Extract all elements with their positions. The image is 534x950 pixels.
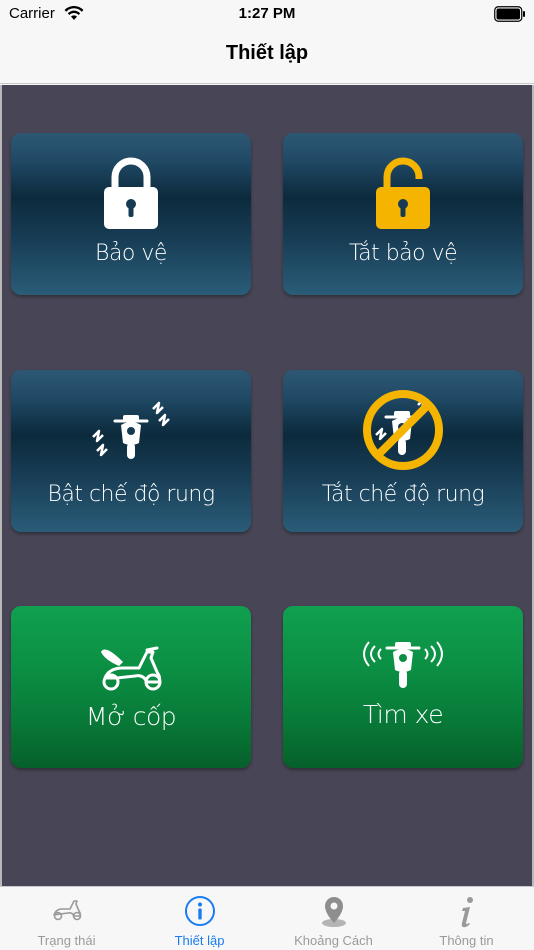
tile-label: Bảo vệ [95, 241, 167, 266]
lock-open-icon [376, 157, 430, 229]
info-circle-icon [184, 896, 215, 926]
tile-label: Mở cốp [85, 702, 177, 731]
tab-label: Thông tin [439, 933, 494, 948]
find-scooter-icon [363, 641, 443, 688]
status-bar: Carrier 1:27 PM [0, 0, 534, 28]
open-seat-scooter-icon [101, 646, 162, 691]
vibrate-on-button[interactable]: Bật chế độ rung [11, 370, 251, 532]
status-time: 1:27 PM [238, 5, 296, 22]
tab-status[interactable]: Trạng thái [0, 887, 133, 950]
navigation-bar: Thiết lập [0, 28, 534, 84]
protect-button[interactable]: Bảo vệ [11, 133, 251, 295]
open-seat-button[interactable]: Mở cốp [11, 606, 251, 768]
control-panel: Bảo vệ Tắt bảo vệ Bật chế độ rung Tắt ch… [0, 85, 534, 886]
tile-label: Tắt bảo vệ [348, 241, 458, 266]
tab-distance[interactable]: Khoảng Cách [267, 887, 400, 950]
tile-label: Tắt chế độ rung [321, 482, 485, 507]
tile-label: Tìm xe [362, 700, 444, 729]
find-vehicle-button[interactable]: Tìm xe [283, 606, 523, 768]
vibrate-off-scooter-icon [363, 390, 443, 470]
tile-label: Bật chế độ rung [47, 482, 215, 507]
lock-closed-icon [104, 157, 158, 229]
tab-settings[interactable]: Thiết lập [133, 887, 266, 950]
vibrate-off-button[interactable]: Tắt chế độ rung [283, 370, 523, 532]
unprotect-button[interactable]: Tắt bảo vệ [283, 133, 523, 295]
page-title: Thiết lập [225, 42, 309, 64]
tab-label: Khoảng Cách [294, 933, 373, 948]
scooter-icon [52, 900, 81, 921]
tab-bar: Trạng thái Thiết lập Khoảng Cách Thông t… [0, 886, 534, 950]
tab-label: Trạng thái [37, 933, 96, 948]
battery-icon [494, 6, 525, 22]
map-pin-icon [321, 897, 346, 927]
info-italic-icon [461, 897, 473, 928]
tab-info[interactable]: Thông tin [400, 887, 533, 950]
vibrate-on-scooter-icon [92, 401, 170, 459]
tab-label: Thiết lập [174, 933, 225, 948]
